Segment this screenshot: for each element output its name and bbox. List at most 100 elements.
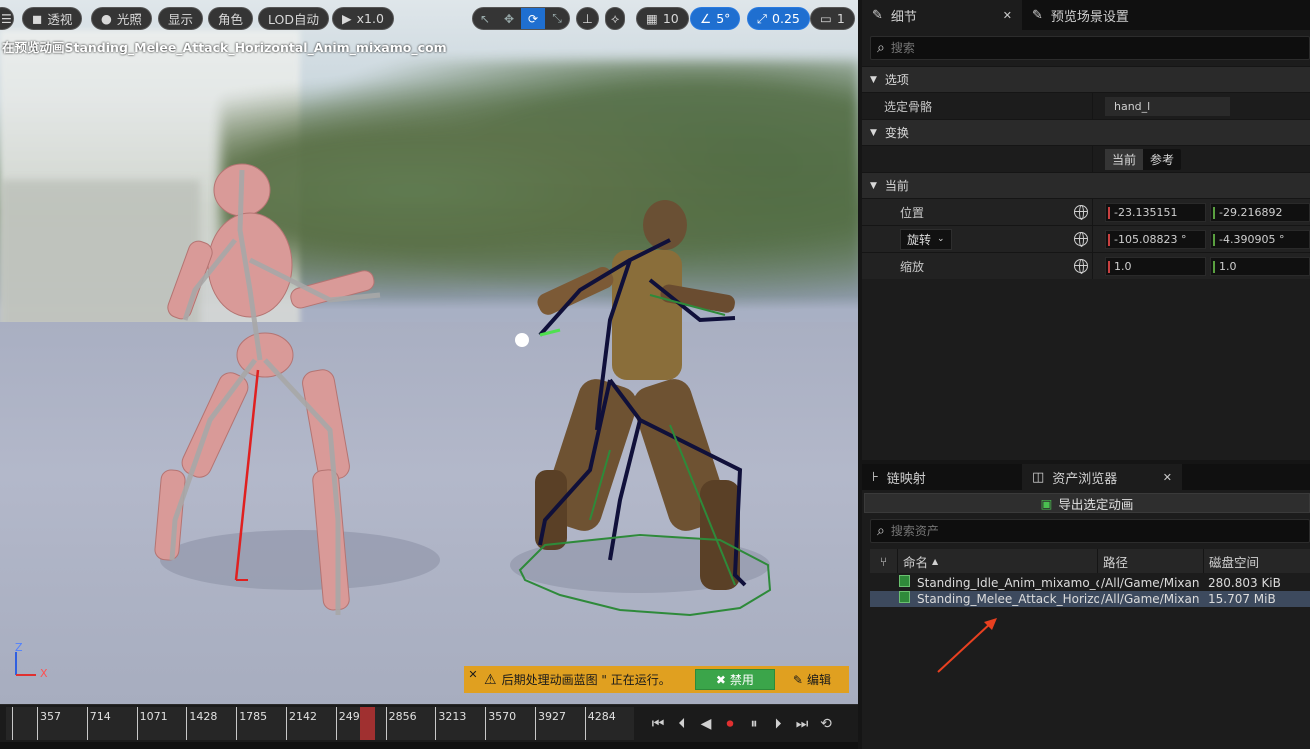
asset-path: /All/Game/Mixan bbox=[1101, 592, 1200, 606]
perspective-button[interactable]: ◼ 透视 bbox=[22, 7, 83, 30]
column-size[interactable]: 磁盘空间 bbox=[1204, 549, 1310, 573]
location-y-field[interactable]: -29.216892 bbox=[1210, 202, 1310, 222]
play-icon: ▶ bbox=[342, 11, 352, 26]
section-options[interactable]: ▼ 选项 bbox=[862, 66, 1310, 92]
tab-preview-scene[interactable]: ✎ 预览场景设置 bbox=[1022, 0, 1139, 30]
axis-z-label: Z bbox=[15, 641, 23, 654]
tab-chain-mapping-label: 链映射 bbox=[886, 471, 926, 487]
scale-x-field[interactable]: 1.0 bbox=[1105, 256, 1206, 276]
toggle-current[interactable]: 当前 bbox=[1105, 148, 1144, 170]
asset-size: 280.803 KiB bbox=[1208, 576, 1281, 590]
timeline-tick: 3927 bbox=[535, 707, 566, 740]
asset-row[interactable]: Standing_Melee_Attack_Horizo/All/Game/Mi… bbox=[870, 591, 1310, 607]
row-scale: 缩放 1.0 1.0 bbox=[862, 252, 1310, 279]
scale-icon[interactable]: ⤡ bbox=[545, 8, 569, 29]
section-options-label: 选项 bbox=[884, 73, 909, 87]
tab-chain-mapping[interactable]: ⊦ 链映射 bbox=[862, 464, 1022, 490]
character-button[interactable]: 角色 bbox=[208, 7, 254, 30]
timeline-ruler[interactable]: 357 714 1071 1428 1785 2142 2499 2856 3213 3570 39… bbox=[6, 707, 634, 740]
tab-asset-browser-label: 资产浏览器 bbox=[1052, 471, 1118, 487]
asset-table-header: ⑂ 命名 ▲ 路径 磁盘空间 bbox=[870, 549, 1310, 573]
location-x-field[interactable]: -23.135151 bbox=[1105, 202, 1206, 222]
camera-speed-button[interactable]: ▭ 1 bbox=[810, 7, 855, 30]
scale-snap-button[interactable]: ⤢ 0.25 bbox=[747, 7, 810, 30]
row-location: 位置 -23.135151 -29.216892 bbox=[862, 198, 1310, 225]
details-search-input[interactable] bbox=[890, 41, 1303, 55]
row-selected-bone: 选定骨骼 hand_l bbox=[862, 92, 1310, 119]
pencil-icon: ✎ bbox=[872, 7, 883, 23]
grid-snap-button[interactable]: ▦ 10 bbox=[636, 7, 689, 30]
timeline-tick-start bbox=[12, 707, 15, 740]
chevron-down-icon: ⌄ bbox=[937, 234, 945, 244]
play-reverse-icon[interactable]: ◀ bbox=[696, 711, 716, 737]
local-space-button[interactable]: ⊥ bbox=[576, 7, 599, 30]
scale-label: 缩放 bbox=[900, 259, 925, 274]
timeline-tick: 1071 bbox=[136, 707, 168, 740]
skip-to-end-icon[interactable]: ⏭ bbox=[792, 711, 812, 737]
lighting-button[interactable]: ● 光照 bbox=[91, 7, 152, 30]
tab-asset-browser[interactable]: ◫ 资产浏览器 ✕ bbox=[1022, 464, 1182, 490]
record-icon[interactable]: ⏺ bbox=[720, 711, 740, 737]
toggle-reference[interactable]: 参考 bbox=[1143, 149, 1181, 170]
export-animation-button[interactable]: ▣ 导出选定动画 bbox=[864, 493, 1310, 513]
rotate-icon[interactable]: ⟳ bbox=[521, 8, 545, 29]
skip-to-start-icon[interactable]: ⏮ bbox=[648, 711, 668, 737]
rotation-x-field[interactable]: -105.08823 ° bbox=[1105, 229, 1206, 249]
column-path[interactable]: 路径 bbox=[1098, 549, 1204, 573]
column-name[interactable]: 命名 ▲ bbox=[898, 549, 1098, 573]
sort-ascending-icon: ▲ bbox=[932, 556, 939, 566]
disable-button[interactable]: ✖ 禁用 bbox=[694, 669, 775, 690]
edit-button[interactable]: ✎ 编辑 bbox=[775, 669, 849, 690]
grid-snap-label: 10 bbox=[662, 11, 679, 26]
warning-text: 后期处理动画蓝图 " 正在运行。 bbox=[501, 673, 671, 687]
section-current[interactable]: ▼ 当前 bbox=[862, 172, 1310, 198]
globe-icon[interactable] bbox=[1074, 205, 1088, 220]
lighting-label: 光照 bbox=[116, 12, 142, 27]
play-speed-button[interactable]: ▶ x1.0 bbox=[332, 7, 394, 30]
empty-label bbox=[862, 146, 1093, 172]
translate-icon[interactable]: ✥ bbox=[497, 8, 521, 29]
pause-icon[interactable]: ⏸ bbox=[744, 711, 764, 737]
export-label: 导出选定动画 bbox=[1058, 496, 1134, 512]
asset-rows: Standing_Idle_Anim_mixamo_c/All/Game/Mix… bbox=[862, 575, 1310, 607]
angle-snap-label: 5° bbox=[716, 11, 731, 26]
pencil-icon: ✎ bbox=[792, 672, 803, 687]
details-search: ⌕ bbox=[870, 36, 1310, 60]
angle-snap-button[interactable]: ∠ 5° bbox=[690, 7, 741, 30]
show-button[interactable]: 显示 bbox=[158, 7, 204, 30]
asset-row[interactable]: Standing_Idle_Anim_mixamo_c/All/Game/Mix… bbox=[870, 575, 1310, 591]
step-forward-icon[interactable]: ⏵ bbox=[768, 711, 788, 737]
row-rotation: 旋转 ⌄ -105.08823 ° -4.390905 ° bbox=[862, 225, 1310, 252]
select-icon[interactable]: ↖ bbox=[473, 8, 497, 29]
timeline-tick: 1428 bbox=[186, 707, 217, 740]
selected-bone-field[interactable]: hand_l bbox=[1105, 96, 1230, 116]
chevron-down-icon: ▼ bbox=[870, 180, 877, 191]
close-icon[interactable]: ✕ bbox=[1003, 9, 1012, 22]
close-icon[interactable]: ✕ bbox=[464, 668, 482, 681]
save-icon: ▣ bbox=[1040, 495, 1053, 511]
close-icon[interactable]: ✕ bbox=[1163, 471, 1172, 484]
scale-snap-label: 0.25 bbox=[772, 11, 800, 26]
globe-icon[interactable] bbox=[1074, 232, 1088, 247]
loop-icon[interactable]: ⟲ bbox=[816, 711, 836, 737]
branch-icon[interactable]: ⑂ bbox=[870, 549, 898, 573]
asset-search-input[interactable] bbox=[890, 524, 1303, 538]
section-transform[interactable]: ▼ 变换 bbox=[862, 119, 1310, 145]
scale-y-field[interactable]: 1.0 bbox=[1210, 256, 1310, 276]
local-space-icon: ⊥ bbox=[582, 11, 593, 26]
scale-label-cell: 缩放 bbox=[862, 253, 1093, 279]
rotation-y-field[interactable]: -4.390905 ° bbox=[1210, 229, 1310, 249]
globe-icon[interactable] bbox=[1074, 259, 1088, 274]
transform-tools-group: ↖ ✥ ⟳ ⤡ bbox=[472, 7, 570, 30]
playhead[interactable] bbox=[360, 707, 375, 740]
rotation-mode-dropdown[interactable]: 旋转 ⌄ bbox=[900, 228, 952, 250]
step-back-icon[interactable]: ⏴ bbox=[672, 711, 692, 737]
surface-snap-button[interactable]: ⟡ bbox=[605, 7, 626, 30]
preview-viewport[interactable]: Z X ☰ ◼ 透视 ● 光照 显示 角色 LOD自动 ▶ x1.0 ↖ ✥ ⟳ ⤡ … bbox=[0, 0, 858, 704]
pencil-icon: ✎ bbox=[1032, 7, 1043, 23]
details-panel: ✎ 细节 ✕ ✎ 预览场景设置 ⌕ ▼ 选项 选定骨骼 hand_l ▼ 变换 当前 参… bbox=[862, 0, 1310, 460]
details-tabbar: ✎ 细节 ✕ ✎ 预览场景设置 bbox=[862, 0, 1310, 30]
lod-button[interactable]: LOD自动 bbox=[258, 7, 329, 30]
camera-speed-label: 1 bbox=[836, 11, 845, 26]
tab-details[interactable]: ✎ 细节 ✕ bbox=[862, 0, 1022, 30]
